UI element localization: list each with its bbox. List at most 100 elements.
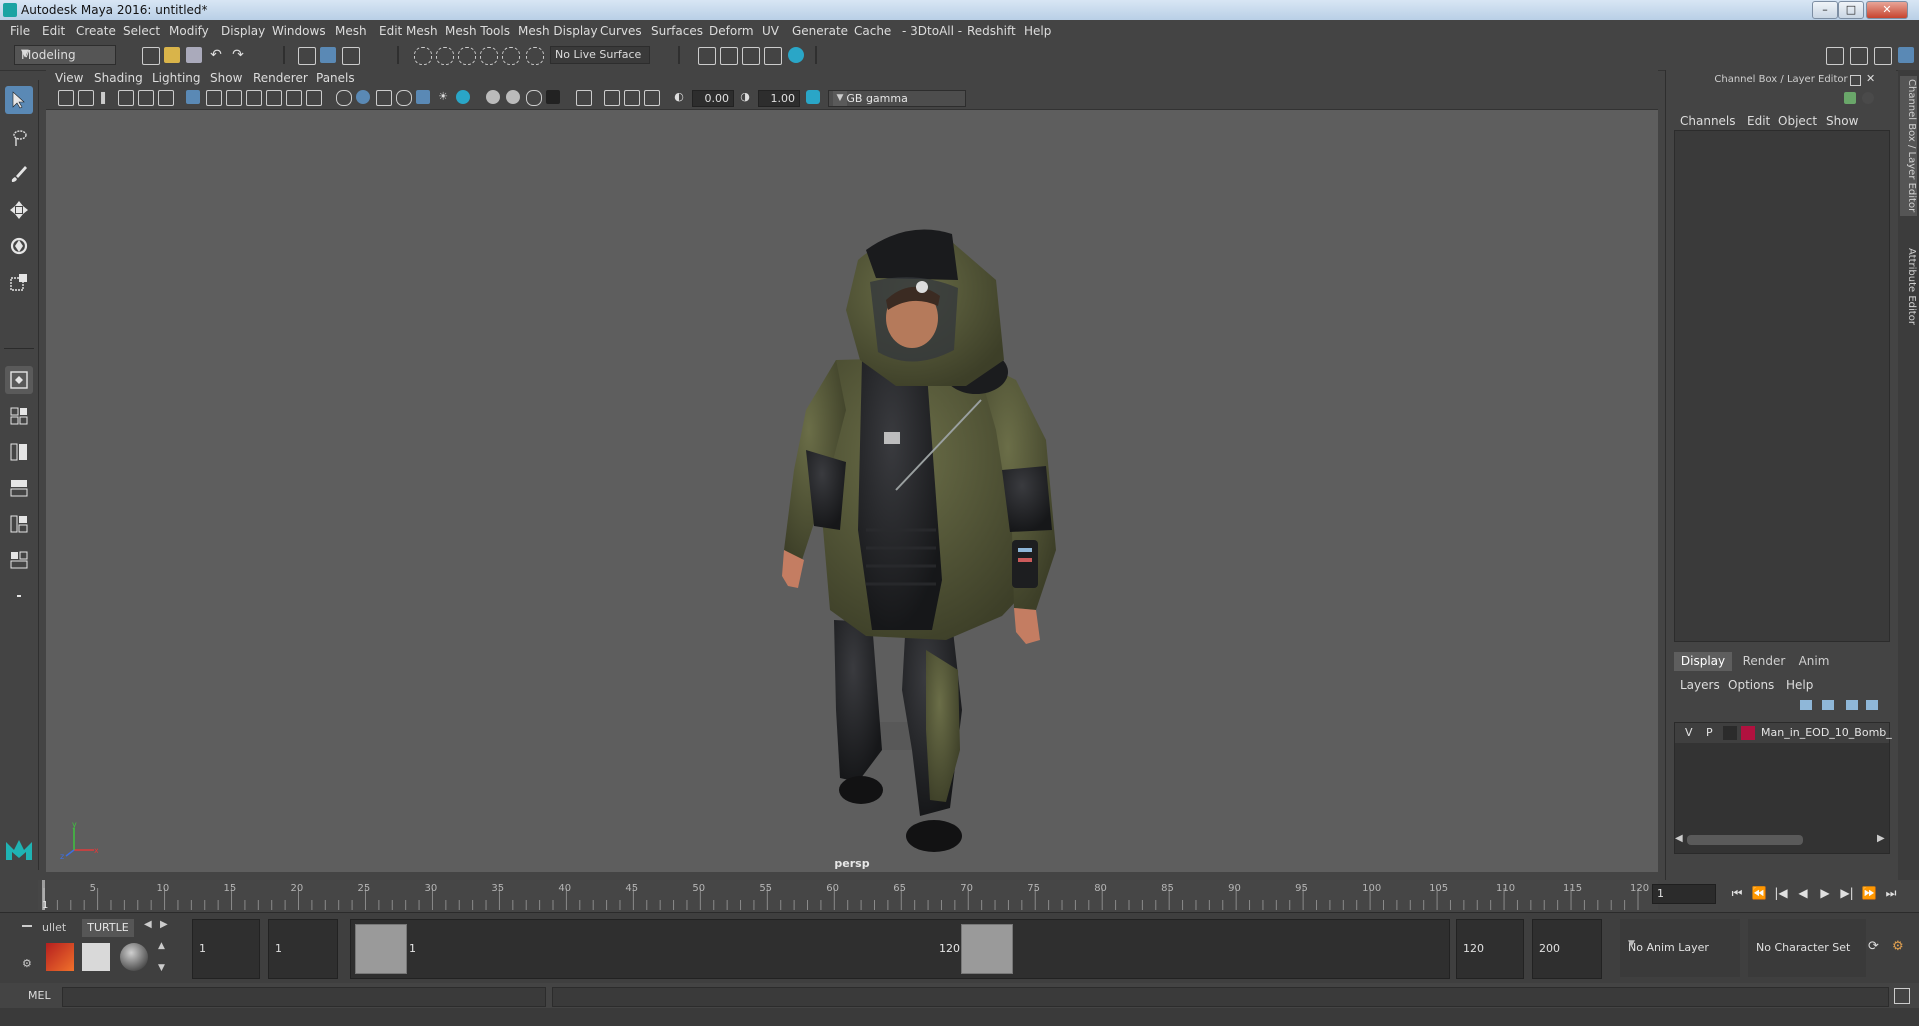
snap-magnet-icon[interactable]: [526, 47, 544, 65]
textured-icon[interactable]: [396, 90, 412, 106]
persp-graph-layout-button[interactable]: [5, 474, 33, 502]
layer-name[interactable]: Man_in_EOD_10_Bomb_: [1761, 726, 1892, 739]
menu-edit-mesh[interactable]: Edit Mesh: [379, 24, 438, 38]
turtle-bake-icon[interactable]: [82, 943, 110, 971]
attribute-editor-icon[interactable]: [1850, 47, 1868, 65]
menu-mesh-display[interactable]: Mesh Display: [518, 24, 598, 38]
viewport-menu-shading[interactable]: Shading: [94, 71, 143, 85]
animation-preferences-icon[interactable]: ⚙: [1892, 939, 1904, 954]
resolution-gate-icon[interactable]: [226, 90, 242, 106]
scroll-left-icon[interactable]: ◀: [1675, 833, 1683, 844]
viewport-menu-show[interactable]: Show: [210, 71, 242, 85]
exposure-field[interactable]: 0.00: [692, 90, 734, 107]
float-panel-icon[interactable]: [1850, 75, 1861, 86]
menu-mesh[interactable]: Mesh: [335, 24, 367, 38]
anim-layer-dropdown[interactable]: No Anim Layer ▼: [1620, 919, 1740, 977]
menu-cache[interactable]: Cache: [854, 24, 891, 38]
screen-space-ao-icon[interactable]: [456, 90, 470, 104]
shelf-next-icon[interactable]: ▶: [160, 919, 168, 930]
close-button[interactable]: ✕: [1866, 1, 1908, 19]
menu-windows[interactable]: Windows: [272, 24, 326, 38]
channel-edit-menu[interactable]: Edit: [1747, 114, 1770, 128]
snap-live-icon[interactable]: [502, 47, 520, 65]
viewport-menu-view[interactable]: View: [55, 71, 83, 85]
modeling-toolkit-icon[interactable]: [1826, 47, 1844, 65]
layer-visibility-toggle[interactable]: V: [1685, 726, 1693, 739]
tool-settings-icon[interactable]: [1874, 47, 1892, 65]
new-layer-selected-icon[interactable]: [1866, 700, 1878, 710]
menu-3dtoall[interactable]: - 3DtoAll -: [902, 24, 962, 38]
snap-grid-icon[interactable]: [414, 47, 432, 65]
layers-menu[interactable]: Layers: [1680, 678, 1720, 692]
menu-help[interactable]: Help: [1024, 24, 1051, 38]
custom-layout-button[interactable]: [5, 582, 33, 610]
shelf-tab-turtle[interactable]: TURTLE: [82, 919, 134, 937]
wireframe-on-shaded-icon[interactable]: [376, 90, 392, 106]
current-time-marker[interactable]: [42, 880, 45, 910]
current-frame-field[interactable]: 1: [1652, 884, 1716, 904]
camera-select-icon[interactable]: [58, 90, 74, 106]
perspective-viewport[interactable]: y x z persp: [46, 110, 1658, 872]
motion-blur-icon[interactable]: [486, 90, 500, 104]
menu-mesh-tools[interactable]: Mesh Tools: [445, 24, 510, 38]
tab-anim[interactable]: Anim: [1792, 652, 1836, 671]
paint-select-tool-button[interactable]: [5, 160, 33, 188]
new-scene-icon[interactable]: [142, 47, 160, 65]
multisample-aa-icon[interactable]: [506, 90, 520, 104]
exposure-icon[interactable]: ◐: [672, 90, 686, 104]
menu-generate[interactable]: Generate: [792, 24, 848, 38]
shelf-tab-bullet[interactable]: ullet: [42, 919, 66, 937]
shelf-prev-icon[interactable]: ◀: [144, 919, 152, 930]
tab-display[interactable]: Display: [1674, 652, 1732, 671]
viewport-menu-lighting[interactable]: Lighting: [152, 71, 201, 85]
grid-toggle-icon[interactable]: [186, 90, 200, 104]
playback-start-field[interactable]: 1: [268, 919, 338, 979]
character-set-dropdown[interactable]: No Character Set: [1748, 919, 1866, 977]
play-forwards-button[interactable]: ▶: [1816, 885, 1834, 901]
layer-row[interactable]: V P Man_in_EOD_10_Bomb_: [1675, 723, 1892, 743]
color-management-icon[interactable]: [806, 90, 820, 104]
playback-end-field[interactable]: 120: [1456, 919, 1524, 979]
shelf-scroll-up-icon[interactable]: ▲: [158, 941, 165, 951]
view-transform-dropdown[interactable]: sRGB gamma ▼: [828, 90, 966, 107]
menu-file[interactable]: File: [10, 24, 30, 38]
menu-display[interactable]: Display: [221, 24, 265, 38]
tab-render[interactable]: Render: [1740, 652, 1788, 671]
depth-of-field-icon[interactable]: [526, 90, 542, 106]
new-layer-icon[interactable]: [1846, 700, 1858, 710]
menu-create[interactable]: Create: [76, 24, 116, 38]
minimize-button[interactable]: –: [1812, 1, 1838, 19]
film-gate-icon[interactable]: [206, 90, 222, 106]
shelf-settings-icon[interactable]: ⚙: [22, 957, 32, 970]
persp-hypershade-layout-button[interactable]: [5, 510, 33, 538]
auto-key-icon[interactable]: ⟳: [1868, 939, 1879, 954]
range-start-handle[interactable]: [355, 924, 407, 974]
move-tool-button[interactable]: [5, 196, 33, 224]
gamma-icon[interactable]: ◑: [738, 90, 752, 104]
four-view-layout-button[interactable]: [5, 402, 33, 430]
live-surface-field[interactable]: No Live Surface: [550, 46, 650, 64]
mode-dropdown[interactable]: Modeling ▼: [14, 45, 116, 65]
open-scene-icon[interactable]: [164, 47, 180, 63]
play-backwards-button[interactable]: ◀: [1794, 885, 1812, 901]
safe-title-icon[interactable]: [306, 90, 322, 106]
step-back-frame-button[interactable]: |◀: [1772, 885, 1790, 901]
channel-box-toggle-icon[interactable]: [1898, 47, 1914, 63]
maximize-button[interactable]: □: [1838, 1, 1864, 19]
xray-icon[interactable]: [576, 90, 592, 106]
close-panel-icon[interactable]: ✕: [1866, 72, 1875, 85]
channel-object-menu[interactable]: Object: [1778, 114, 1817, 128]
shadows-icon[interactable]: ☀: [436, 90, 450, 104]
safe-action-icon[interactable]: [286, 90, 302, 106]
save-scene-icon[interactable]: [186, 47, 202, 63]
2d-pan-zoom-icon[interactable]: [138, 90, 154, 106]
use-all-lights-icon[interactable]: [416, 90, 430, 104]
shelf-scroll-down-icon[interactable]: ▼: [158, 963, 165, 973]
mel-command-input[interactable]: [62, 987, 546, 1007]
render-settings-icon[interactable]: [698, 47, 716, 65]
animation-start-field[interactable]: 1: [192, 919, 260, 979]
turtle-material-icon[interactable]: [120, 943, 148, 971]
channels-menu[interactable]: Channels: [1680, 114, 1736, 128]
grease-pencil-icon[interactable]: [158, 90, 174, 106]
render-view-icon[interactable]: [764, 47, 782, 65]
